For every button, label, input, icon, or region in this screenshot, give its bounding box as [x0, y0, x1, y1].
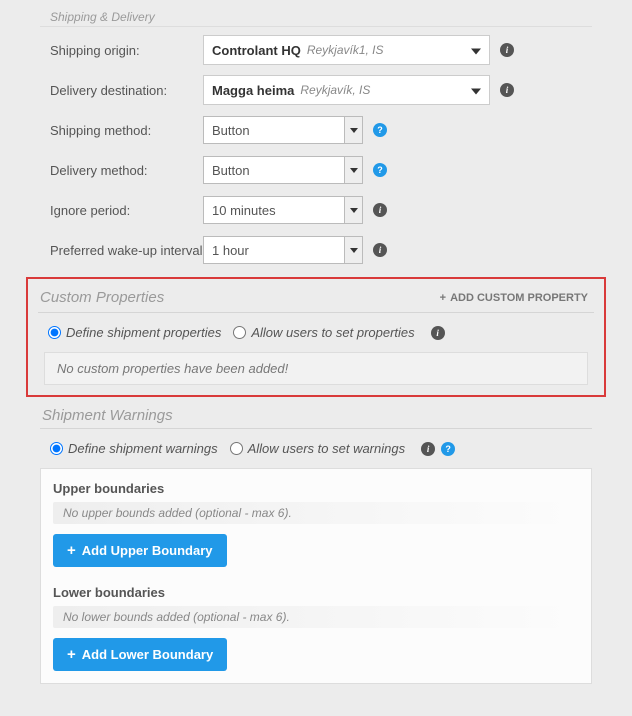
- ignore-period-label: Ignore period:: [40, 203, 203, 218]
- info-icon[interactable]: i: [373, 203, 387, 217]
- shipping-origin-label: Shipping origin:: [40, 43, 203, 58]
- custom-properties-radio-row: Define shipment properties Allow users t…: [38, 325, 594, 340]
- wakeup-interval-label: Preferred wake-up interval: [40, 243, 203, 258]
- plus-icon: +: [440, 292, 446, 304]
- delivery-method-label: Delivery method:: [40, 163, 203, 178]
- chevron-down-icon: [471, 83, 481, 98]
- wakeup-interval-row: Preferred wake-up interval 1 hour i: [40, 233, 592, 267]
- shipping-method-select[interactable]: Button: [203, 116, 363, 144]
- shipping-section: Shipping & Delivery Shipping origin: Con…: [40, 10, 592, 267]
- delivery-method-row: Delivery method: Button ?: [40, 153, 592, 187]
- no-custom-properties-message: No custom properties have been added!: [44, 352, 588, 385]
- shipping-section-title: Shipping & Delivery: [40, 10, 592, 27]
- allow-users-set-properties-label: Allow users to set properties: [251, 325, 414, 340]
- shipment-warnings-title: Shipment Warnings: [40, 407, 592, 429]
- delivery-destination-label: Delivery destination:: [40, 83, 203, 98]
- define-shipment-warnings-input[interactable]: [50, 442, 63, 455]
- lower-boundaries-note: No lower bounds added (optional - max 6)…: [53, 606, 579, 628]
- define-shipment-warnings-label: Define shipment warnings: [68, 441, 218, 456]
- info-icon[interactable]: i: [373, 243, 387, 257]
- ignore-period-row: Ignore period: 10 minutes i: [40, 193, 592, 227]
- shipment-warnings-section: Shipment Warnings Define shipment warnin…: [40, 407, 592, 684]
- upper-boundaries-heading: Upper boundaries: [53, 481, 579, 496]
- upper-boundaries-note: No upper bounds added (optional - max 6)…: [53, 502, 579, 524]
- custom-properties-title: Custom Properties: [40, 289, 164, 306]
- boundaries-panel: Upper boundaries No upper bounds added (…: [40, 468, 592, 684]
- shipping-origin-row: Shipping origin: Controlant HQ Reykjavík…: [40, 33, 592, 67]
- chevron-down-icon: [471, 43, 481, 58]
- ignore-period-select[interactable]: 10 minutes: [203, 196, 363, 224]
- allow-users-set-properties-radio[interactable]: Allow users to set properties: [233, 325, 414, 340]
- delivery-destination-row: Delivery destination: Magga heima Reykja…: [40, 73, 592, 107]
- info-icon[interactable]: i: [431, 326, 445, 340]
- chevron-down-icon: [344, 157, 362, 183]
- define-shipment-properties-radio[interactable]: Define shipment properties: [48, 325, 221, 340]
- chevron-down-icon: [344, 237, 362, 263]
- custom-properties-title-row: Custom Properties + ADD CUSTOM PROPERTY: [38, 289, 594, 313]
- info-icon[interactable]: i: [500, 43, 514, 57]
- delivery-destination-sub: Reykjavík, IS: [300, 83, 370, 97]
- shipping-method-value: Button: [212, 123, 250, 138]
- ignore-period-value: 10 minutes: [212, 203, 276, 218]
- plus-icon: +: [67, 542, 76, 559]
- add-custom-property-label: ADD CUSTOM PROPERTY: [450, 292, 588, 304]
- plus-icon: +: [67, 646, 76, 663]
- shipping-origin-select[interactable]: Controlant HQ Reykjavík1, IS: [203, 35, 490, 65]
- add-custom-property-button[interactable]: + ADD CUSTOM PROPERTY: [440, 292, 588, 304]
- help-icon[interactable]: ?: [373, 123, 387, 137]
- define-shipment-properties-label: Define shipment properties: [66, 325, 221, 340]
- delivery-destination-value: Magga heima: [212, 83, 294, 98]
- allow-users-set-properties-input[interactable]: [233, 326, 246, 339]
- add-upper-boundary-button[interactable]: + Add Upper Boundary: [53, 534, 227, 567]
- info-icon[interactable]: i: [421, 442, 435, 456]
- shipment-warnings-radio-row: Define shipment warnings Allow users to …: [40, 441, 592, 456]
- chevron-down-icon: [344, 117, 362, 143]
- allow-users-set-warnings-label: Allow users to set warnings: [248, 441, 406, 456]
- wakeup-interval-select[interactable]: 1 hour: [203, 236, 363, 264]
- allow-users-set-warnings-radio[interactable]: Allow users to set warnings: [230, 441, 406, 456]
- shipping-origin-value: Controlant HQ: [212, 43, 301, 58]
- delivery-method-select[interactable]: Button: [203, 156, 363, 184]
- allow-users-set-warnings-input[interactable]: [230, 442, 243, 455]
- custom-properties-panel: Custom Properties + ADD CUSTOM PROPERTY D…: [26, 277, 606, 397]
- chevron-down-icon: [344, 197, 362, 223]
- add-upper-boundary-label: Add Upper Boundary: [82, 543, 213, 558]
- add-lower-boundary-button[interactable]: + Add Lower Boundary: [53, 638, 227, 671]
- shipping-method-label: Shipping method:: [40, 123, 203, 138]
- lower-boundaries-heading: Lower boundaries: [53, 585, 579, 600]
- info-icon[interactable]: i: [500, 83, 514, 97]
- shipping-origin-sub: Reykjavík1, IS: [307, 43, 384, 57]
- delivery-destination-select[interactable]: Magga heima Reykjavík, IS: [203, 75, 490, 105]
- help-icon[interactable]: ?: [441, 442, 455, 456]
- delivery-method-value: Button: [212, 163, 250, 178]
- wakeup-interval-value: 1 hour: [212, 243, 249, 258]
- add-lower-boundary-label: Add Lower Boundary: [82, 647, 213, 662]
- define-shipment-properties-input[interactable]: [48, 326, 61, 339]
- define-shipment-warnings-radio[interactable]: Define shipment warnings: [50, 441, 218, 456]
- help-icon[interactable]: ?: [373, 163, 387, 177]
- shipping-method-row: Shipping method: Button ?: [40, 113, 592, 147]
